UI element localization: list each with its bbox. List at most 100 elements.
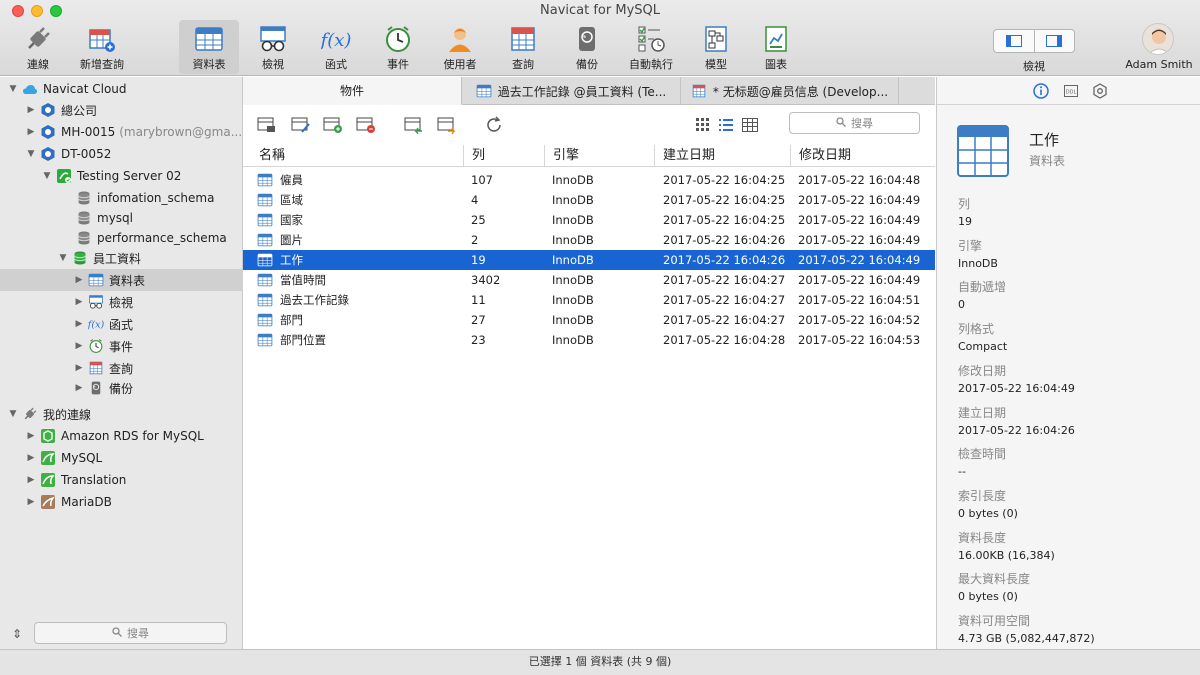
table-row[interactable]: 圖片 2 InnoDB 2017-05-22 16:04:26 2017-05-22 1… [243,230,935,250]
sort-toggle-icon[interactable]: ⇕ [12,627,22,641]
tab[interactable]: 過去工作記錄 @員工資料 (Te... [462,77,681,105]
collapsed-arrow-icon[interactable]: ▶ [26,497,36,507]
collapsed-arrow-icon[interactable]: ▶ [74,363,84,373]
collapsed-arrow-icon[interactable]: ▶ [74,341,84,351]
mysql-icon [40,450,56,466]
table-row[interactable]: 僱員 107 InnoDB 2017-05-22 16:04:25 2017-05-22… [243,170,935,190]
toolbar-button-backup[interactable]: 備份 [557,20,617,74]
chart-icon [761,24,791,54]
toolbar-button-table[interactable]: 資料表 [179,20,239,74]
collapsed-arrow-icon[interactable]: ▶ [74,275,84,285]
info-property-value: 2017-05-22 16:04:49 [958,382,1075,395]
tab[interactable]: * 无标题@雇员信息 (Develop... [681,77,899,105]
collapsed-arrow-icon[interactable]: ▶ [26,453,36,463]
sidebar-item[interactable]: ▶ MySQL [0,447,243,469]
function-icon: f(x) [319,24,352,54]
table-row[interactable]: 部門 27 InnoDB 2017-05-22 16:04:27 2017-05-22 … [243,310,935,330]
expanded-arrow-icon[interactable]: ▼ [42,171,52,181]
sidebar-item[interactable]: ▶ 檢視 [0,291,243,313]
grid-view-icon[interactable] [693,115,713,135]
ddl-icon[interactable]: DDL [1062,82,1080,100]
table-icon [257,292,273,311]
column-created-header[interactable]: 建立日期 [654,145,715,167]
sidebar-item[interactable]: ▶ f(x) 函式 [0,313,243,335]
table-row[interactable]: 國家 25 InnoDB 2017-05-22 16:04:25 2017-05-22 … [243,210,935,230]
expanded-arrow-icon[interactable]: ▼ [58,253,68,263]
table-row[interactable]: 當值時間 3402 InnoDB 2017-05-22 16:04:27 2017-05… [243,270,935,290]
toolbar-button-plug[interactable]: 連線 [8,20,68,74]
column-modified-cell: 2017-05-22 16:04:49 [798,253,921,267]
svg-text:f(x): f(x) [88,320,104,331]
export-wizard-icon[interactable] [437,115,457,135]
sidebar-item-label: performance_schema [97,231,227,245]
column-modified-header[interactable]: 修改日期 [790,145,851,167]
toolbar-button-query[interactable]: 查詢 [493,20,553,74]
open-table-icon[interactable] [257,115,277,135]
list-view-icon[interactable] [716,115,736,135]
import-wizard-icon[interactable] [404,115,424,135]
toolbar-button-model[interactable]: 模型 [686,20,746,74]
expanded-arrow-icon[interactable]: ▼ [8,409,18,419]
detail-view-icon[interactable] [740,115,760,135]
sidebar-item[interactable]: ▶ 資料表 [0,269,243,291]
sidebar-item[interactable]: ▶ MH-0015 (marybrown@gma... [0,121,243,143]
right-pane-toggle-icon[interactable] [1035,30,1075,52]
toolbar-button-clock[interactable]: 事件 [368,20,428,74]
new-table-icon[interactable] [323,115,343,135]
sidebar-item[interactable]: ▶ MariaDB [0,491,243,513]
expanded-arrow-icon[interactable]: ▼ [26,149,36,159]
sidebar-item[interactable]: performance_schema [0,227,243,249]
query-icon [691,83,707,99]
avatar[interactable] [1142,23,1174,55]
collapsed-arrow-icon[interactable]: ▶ [26,431,36,441]
table-row[interactable]: 部門位置 23 InnoDB 2017-05-22 16:04:28 2017-05-2… [243,330,935,350]
mariadb-icon [40,494,56,510]
column-rows-header[interactable]: 列 [463,145,485,167]
toolbar-button-function[interactable]: f(x) 函式 [306,20,366,74]
collapsed-arrow-icon[interactable]: ▶ [26,105,36,115]
toolbar-button-new-query[interactable]: 新增查詢 [70,20,134,74]
collapsed-arrow-icon[interactable]: ▶ [74,297,84,307]
sidebar-item[interactable]: ▶ Amazon RDS for MySQL [0,425,243,447]
collapsed-arrow-icon[interactable]: ▶ [26,475,36,485]
left-pane-toggle-icon[interactable] [994,30,1035,52]
table-row[interactable]: 工作 19 InnoDB 2017-05-22 16:04:26 2017-05-22 … [243,250,935,270]
collapsed-arrow-icon[interactable]: ▶ [74,383,84,393]
sidebar-item[interactable]: ▶ 事件 [0,335,243,357]
settings-icon[interactable] [1091,82,1109,100]
table-row[interactable]: 過去工作記錄 11 InnoDB 2017-05-22 16:04:27 2017-05… [243,290,935,310]
delete-table-icon[interactable] [356,115,376,135]
collapsed-arrow-icon[interactable]: ▶ [74,319,84,329]
refresh-icon[interactable] [485,115,505,135]
sidebar-item[interactable]: infomation_schema [0,187,243,209]
column-modified-cell: 2017-05-22 16:04:49 [798,213,921,227]
toolbar-button-user[interactable]: 使用者 [430,20,490,74]
table-row[interactable]: 區域 4 InnoDB 2017-05-22 16:04:25 2017-05-22 1… [243,190,935,210]
column-engine-header[interactable]: 引擎 [544,145,579,167]
design-table-icon[interactable] [291,115,311,135]
toolbar-button-view[interactable]: 檢視 [243,20,303,74]
object-search-input[interactable]: 搜尋 [789,112,920,134]
toolbar-button-chart[interactable]: 圖表 [746,20,806,74]
info-icon[interactable] [1032,82,1050,100]
sidebar-item[interactable]: ▶ 查詢 [0,357,243,379]
search-icon [112,626,122,640]
column-name-cell: 僱員 [280,173,303,187]
sidebar-item[interactable]: ▼ 我的連線 [0,403,243,425]
sidebar-item[interactable]: ▼ 員工資料 [0,247,243,269]
sidebar-item[interactable]: ▶ Translation [0,469,243,491]
expanded-arrow-icon[interactable]: ▼ [8,84,18,94]
collapsed-arrow-icon[interactable]: ▶ [26,127,36,137]
tab[interactable]: 物件 [243,77,462,105]
sidebar-search-input[interactable]: 搜尋 [34,622,227,644]
sidebar-item[interactable]: ▶ 總公司 [0,99,243,121]
sidebar-item[interactable]: ▼ Navicat Cloud [0,78,243,100]
sidebar-item[interactable]: ▼ DT-0052 [0,143,243,165]
toolbar-button-automation[interactable]: 自動執行 [619,20,683,74]
panel-view-toggle[interactable] [993,29,1075,53]
column-name-header[interactable]: 名稱 [243,145,285,167]
sidebar-item[interactable]: mysql [0,207,243,229]
sidebar-item[interactable]: ▼ Testing Server 02 [0,165,243,187]
sidebar-item[interactable]: ▶ 備份 [0,377,243,399]
sidebar-item-label: 總公司 [61,103,98,118]
